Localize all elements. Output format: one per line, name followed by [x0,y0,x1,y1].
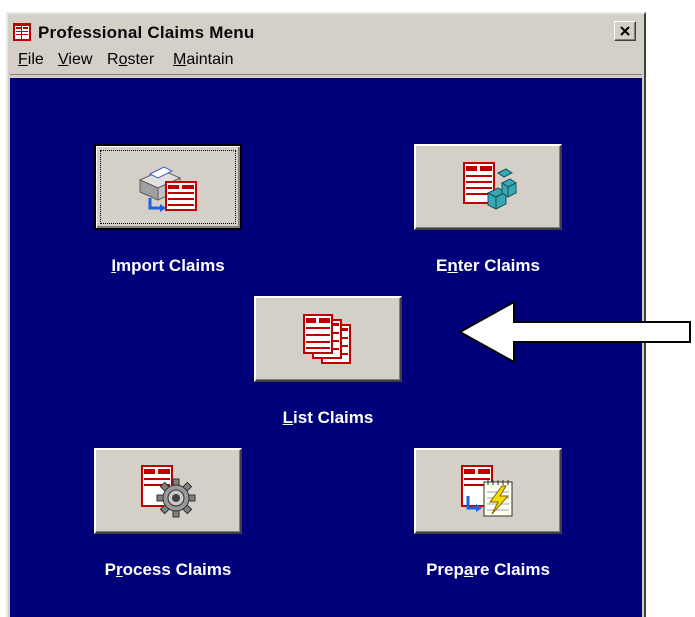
prepare-label-rest: re Claims [473,560,550,579]
list-claims-button[interactable] [254,296,402,382]
printer-claim-icon [138,166,197,212]
enter-claims-label[interactable]: Enter Claims [378,256,598,276]
title-bar[interactable]: Professional Claims Menu [10,16,642,46]
window-title: Professional Claims Menu [38,23,255,42]
claim-gear-icon [141,465,196,518]
menu-view[interactable]: View [58,51,92,69]
menu-view-mnemonic: V [58,51,69,68]
menu-bar: File View Roster Maintain [10,48,642,75]
process-claims-label[interactable]: Process Claims [58,560,278,580]
prepare-label-pre: Prep [426,560,464,579]
close-icon [620,26,630,36]
import-label-rest: mport Claims [116,256,225,275]
prepare-claims-button[interactable] [414,448,562,534]
prepare-claims-label[interactable]: Prepare Claims [378,560,598,580]
menu-roster-rest: ster [127,51,155,68]
import-claims-label[interactable]: Import Claims [58,256,278,276]
app-icon [13,23,31,41]
process-label-rest: ocess Claims [122,560,232,579]
list-label-rest: ist Claims [293,408,374,427]
menu-file[interactable]: File [18,51,44,69]
process-mnemonic: r [116,560,123,579]
menu-view-rest: iew [68,51,93,68]
claim-notepad-icon [461,465,513,517]
menu-file-rest: ile [27,51,44,68]
menu-maintain[interactable]: Maintain [173,51,233,69]
menu-file-mnemonic: F [18,51,28,68]
enter-mnemonic: n [447,256,458,275]
list-mnemonic: L [282,408,294,427]
enter-label-pre: E [436,256,448,275]
close-button[interactable] [614,21,636,41]
prepare-mnemonic: a [463,560,474,579]
list-claims-label[interactable]: List Claims [218,408,438,428]
menu-maintain-mnemonic: M [173,51,187,68]
claim-cubes-icon [463,162,517,210]
process-claims-button[interactable] [94,448,242,534]
pointer-arrow-icon [458,300,691,364]
enter-claims-button[interactable] [414,144,562,230]
process-label-pre: P [104,560,117,579]
menu-roster[interactable]: Roster [107,51,154,69]
import-claims-button[interactable] [94,144,242,230]
stacked-claims-icon [303,314,351,364]
menu-roster-pre: R [107,51,119,68]
enter-label-rest: ter Claims [457,256,540,275]
menu-maintain-rest: aintain [186,51,234,68]
